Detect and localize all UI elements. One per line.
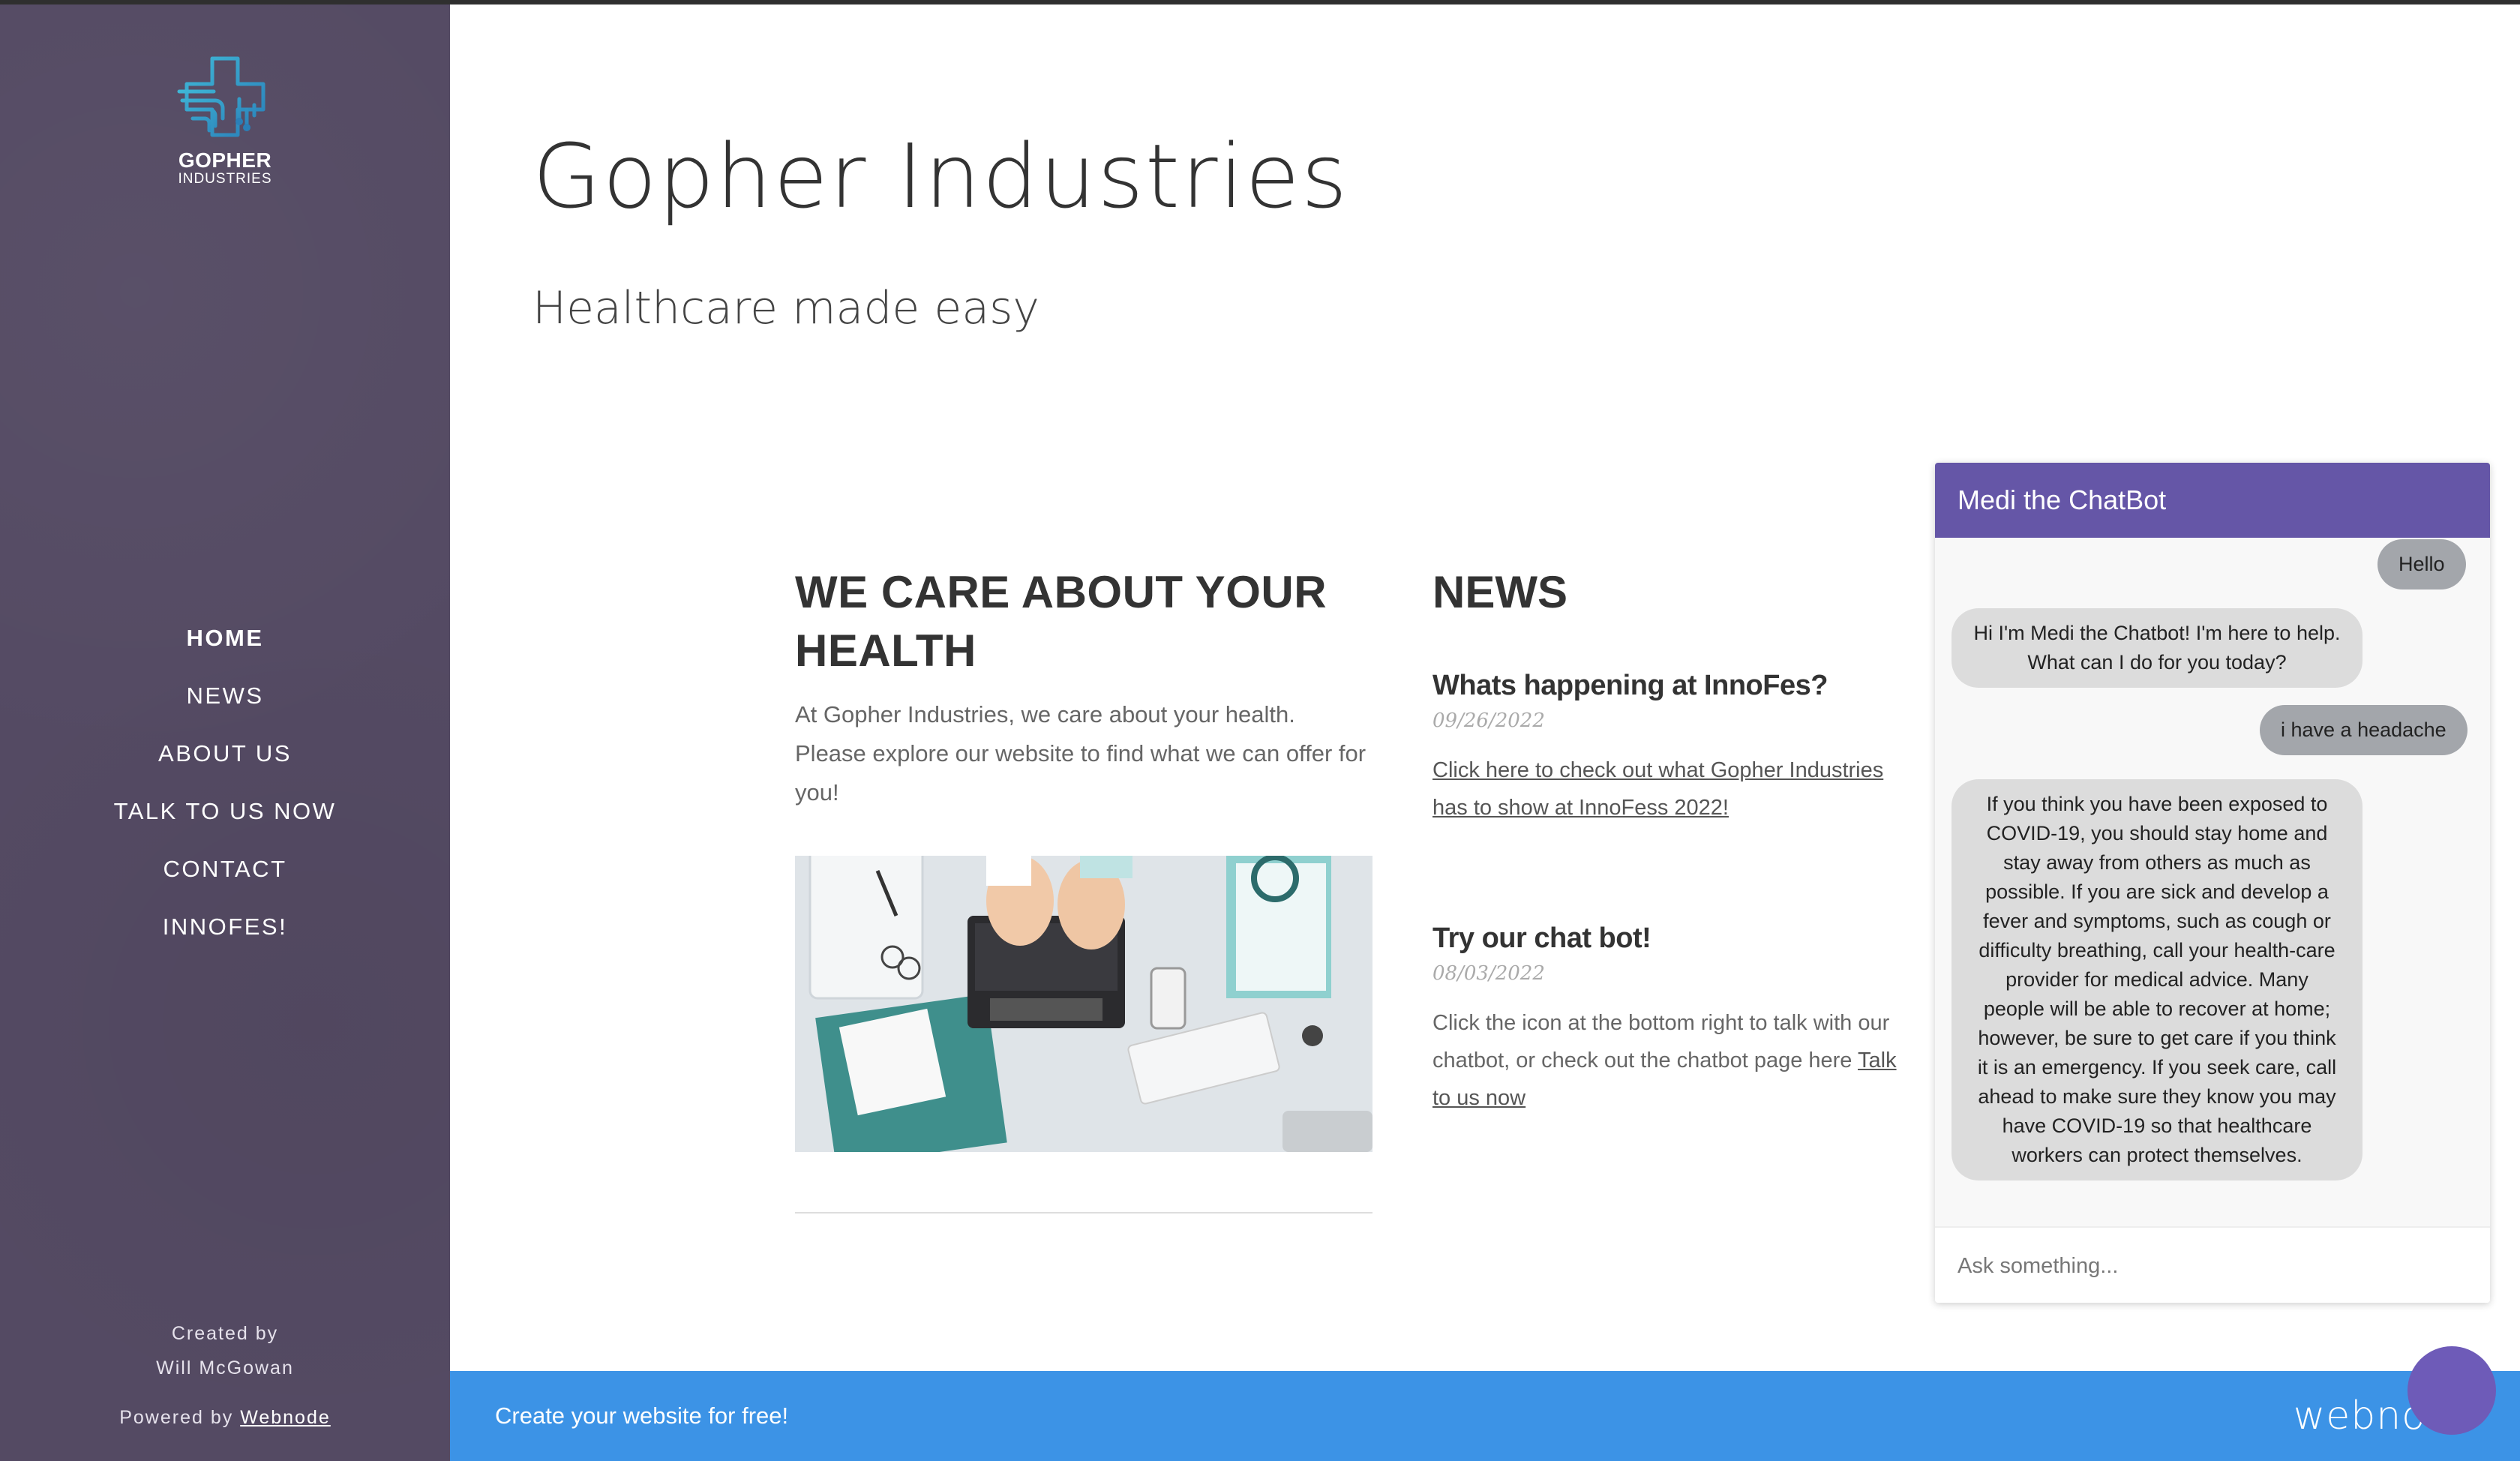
section-divider bbox=[795, 1212, 1372, 1214]
news-item-body: Click the icon at the bottom right to ta… bbox=[1432, 1004, 1898, 1117]
chat-message-bot: Hi I'm Medi the Chatbot! I'm here to hel… bbox=[1952, 608, 2362, 688]
news-heading: NEWS bbox=[1432, 567, 1568, 617]
news-item: Whats happening at InnoFes? 09/26/2022 C… bbox=[1432, 670, 1898, 826]
care-heading: WE CARE ABOUT YOUR HEALTH bbox=[795, 567, 1328, 676]
chat-message-user: Hello bbox=[2378, 539, 2466, 590]
logo-subtitle: INDUSTRIES bbox=[178, 171, 272, 187]
create-website-link[interactable]: Create your website for free! bbox=[495, 1371, 788, 1461]
care-section: WE CARE ABOUT YOUR HEALTH At Gopher Indu… bbox=[795, 563, 1372, 1214]
sidebar: GOPHER INDUSTRIES HOME NEWS ABOUT US TAL… bbox=[0, 0, 450, 1461]
news-item-date: 08/03/2022 bbox=[1432, 962, 1545, 985]
chat-input-bar bbox=[1935, 1226, 2490, 1303]
site-credits: Created by Will McGowan Powered by Webno… bbox=[0, 1316, 450, 1435]
nav-item-innofes[interactable]: INNOFES! bbox=[0, 904, 450, 962]
nav-item-about-us[interactable]: ABOUT US bbox=[0, 730, 450, 788]
gopher-logo-icon bbox=[177, 56, 266, 137]
logo[interactable]: GOPHER INDUSTRIES bbox=[172, 52, 278, 188]
chat-launcher-button[interactable] bbox=[2408, 1346, 2496, 1435]
page-tagline: Healthcare made easy bbox=[532, 282, 1040, 334]
chat-input[interactable] bbox=[1935, 1228, 2476, 1303]
webnode-promo-bar: Create your website for free! webnode bbox=[450, 1371, 2520, 1461]
creator-name: Will McGowan bbox=[156, 1358, 294, 1378]
chatbot-header: Medi the ChatBot bbox=[1935, 463, 2490, 538]
webnode-link[interactable]: Webnode bbox=[240, 1407, 331, 1428]
news-item-body: Click here to check out what Gopher Indu… bbox=[1432, 752, 1898, 826]
created-by-label: Created by bbox=[171, 1323, 279, 1344]
chat-message-bot: If you think you have been exposed to CO… bbox=[1952, 779, 2362, 1180]
powered-by-label: Powered by bbox=[119, 1407, 234, 1428]
news-item-title[interactable]: Whats happening at InnoFes? bbox=[1432, 670, 1898, 702]
page-title: Gopher Industries bbox=[532, 124, 1349, 228]
news-item: Try our chat bot! 08/03/2022 Click the i… bbox=[1432, 922, 1898, 1117]
care-body: At Gopher Industries, we care about your… bbox=[795, 701, 1366, 806]
nav-item-home[interactable]: HOME bbox=[0, 615, 450, 673]
chat-message-user: i have a headache bbox=[2260, 705, 2468, 755]
news-section: NEWS Whats happening at InnoFes? 09/26/2… bbox=[1432, 563, 1898, 1117]
top-border bbox=[0, 0, 2520, 4]
main-nav: HOME NEWS ABOUT US TALK TO US NOW CONTAC… bbox=[0, 615, 450, 962]
doctor-desk-illustration bbox=[795, 856, 1372, 1152]
innofes-link[interactable]: Click here to check out what Gopher Indu… bbox=[1432, 758, 1883, 820]
news-item-date: 09/26/2022 bbox=[1432, 710, 1545, 732]
chat-messages: Hello Hi I'm Medi the Chatbot! I'm here … bbox=[1935, 538, 2490, 1205]
nav-item-talk-to-us-now[interactable]: TALK TO US NOW bbox=[0, 788, 450, 846]
news-item-title[interactable]: Try our chat bot! bbox=[1432, 922, 1898, 955]
chatbot-window: Medi the ChatBot Hello Hi I'm Medi the C… bbox=[1935, 463, 2490, 1303]
logo-title: GOPHER bbox=[178, 148, 272, 172]
nav-item-contact[interactable]: CONTACT bbox=[0, 846, 450, 904]
doctor-desk-image bbox=[795, 856, 1372, 1152]
news-item-text: Click the icon at the bottom right to ta… bbox=[1432, 1011, 1890, 1072]
powered-by: Powered by Webnode bbox=[0, 1400, 450, 1435]
nav-item-news[interactable]: NEWS bbox=[0, 673, 450, 730]
